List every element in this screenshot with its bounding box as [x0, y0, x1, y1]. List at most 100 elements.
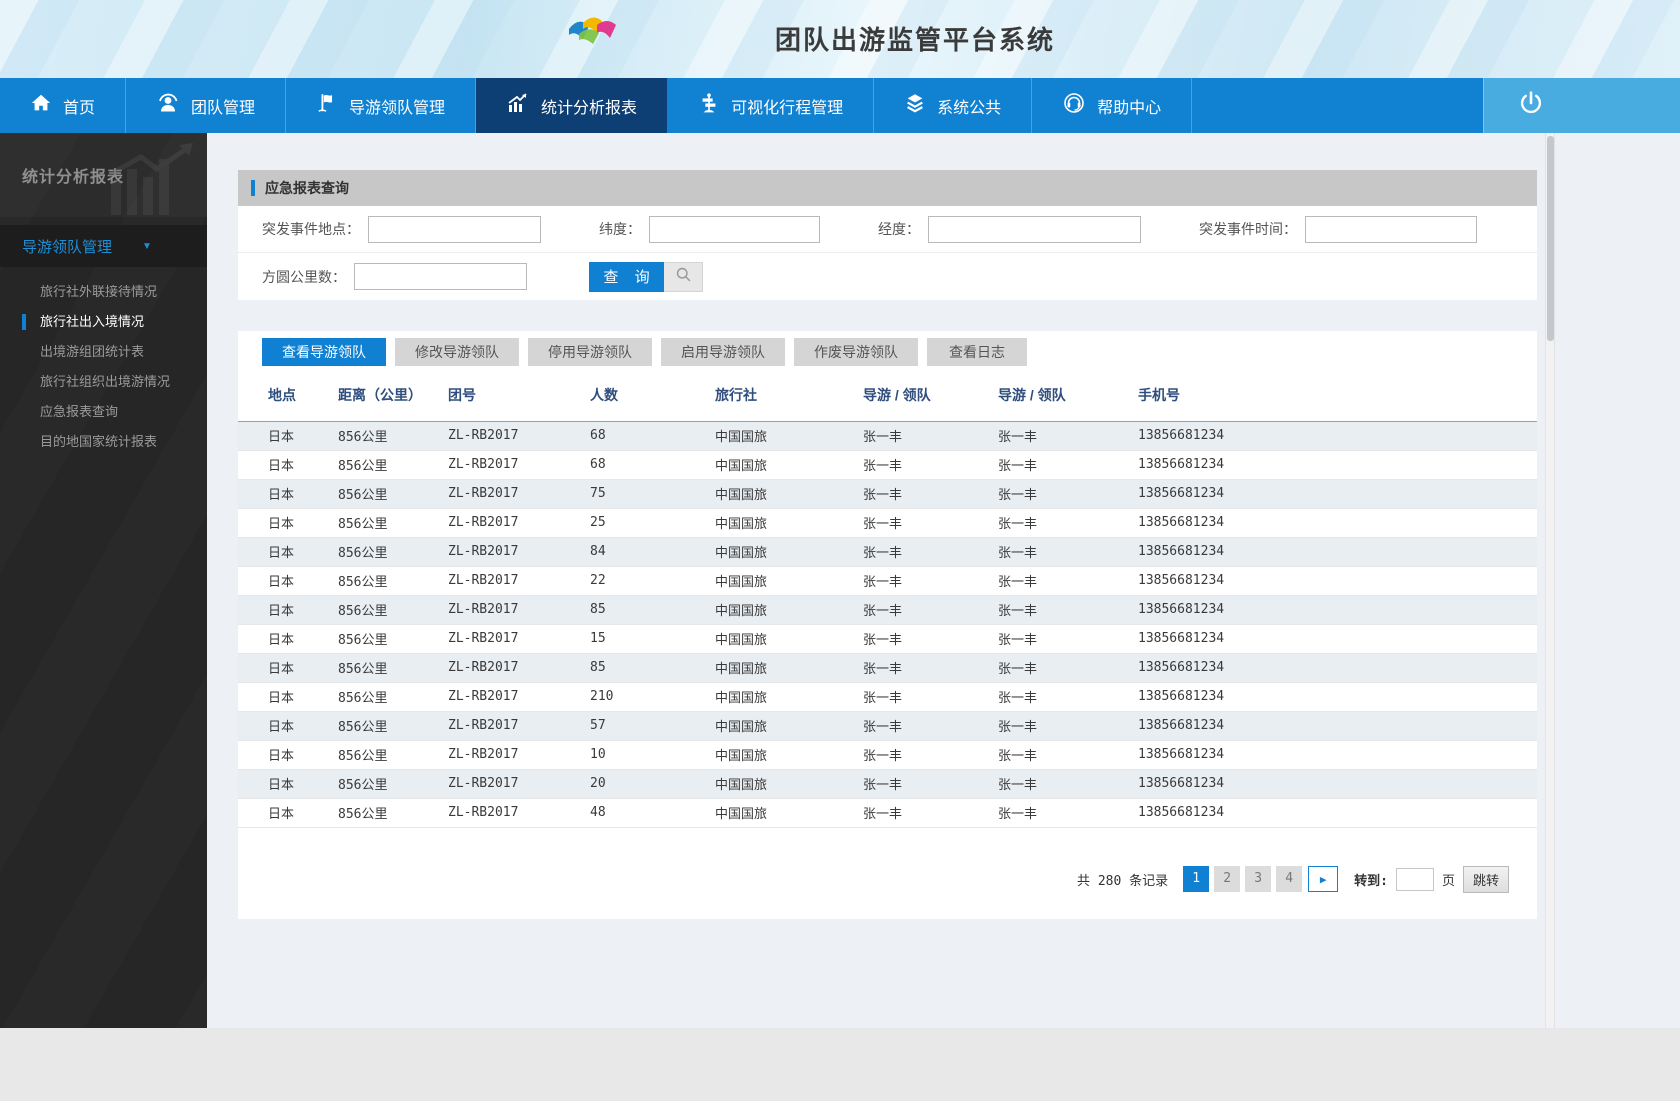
search-icon-button[interactable]: [664, 261, 703, 292]
table-cell: 张一丰: [998, 807, 1038, 822]
incident-location-label: 突发事件地点：: [262, 221, 360, 237]
sidebar-item-entry-exit[interactable]: 旅行社出入境情况: [0, 307, 207, 337]
logout-power-button[interactable]: [1483, 78, 1680, 133]
table-cell: 日本: [268, 517, 295, 532]
table-cell: 日本: [268, 778, 295, 793]
page-buttons: 1234: [1178, 866, 1303, 892]
total-records-text: 共 280 条记录: [1077, 873, 1169, 889]
sidebar-item-outreach[interactable]: 旅行社外联接待情况: [0, 277, 207, 307]
radius-km-input[interactable]: [354, 263, 527, 290]
table-cell: ZL-RB2017: [448, 776, 519, 791]
incident-time-label: 突发事件时间：: [1199, 221, 1297, 237]
sidebar-item-agency-outbound[interactable]: 旅行社组织出境游情况: [0, 367, 207, 397]
sidebar-item-outbound-stats[interactable]: 出境游组团统计表: [0, 337, 207, 367]
nav-item-visual[interactable]: 可视化行程管理: [668, 78, 875, 133]
nav-item-label: 导游领队管理: [349, 99, 446, 117]
table-cell: 张一丰: [998, 575, 1038, 590]
vertical-scrollbar-track[interactable]: [1545, 133, 1555, 1028]
table-cell: 856公里: [338, 662, 388, 677]
team-icon: [156, 91, 180, 120]
results-panel: 查看导游领队 修改导游领队 停用导游领队 启用导游领队 作废导游领队 查看日志 …: [238, 331, 1537, 919]
goto-page-input[interactable]: [1395, 867, 1434, 891]
action-tabs: 查看导游领队 修改导游领队 停用导游领队 启用导游领队 作废导游领队 查看日志: [262, 338, 1537, 366]
table-cell: ZL-RB2017: [448, 486, 519, 501]
tab-void-guides[interactable]: 作废导游领队: [794, 338, 918, 366]
table-cell: 张一丰: [863, 691, 903, 706]
main-area: 应急报表查询 突发事件地点： 纬度： 经度： 突发事件时间： 方圆公里数： 查 …: [207, 133, 1680, 1028]
nav-item-label: 首页: [63, 99, 96, 117]
table-cell: 13856681234: [1138, 689, 1225, 704]
tab-view-guides[interactable]: 查看导游领队: [262, 338, 386, 366]
table-cell: 日本: [268, 720, 295, 735]
table-row: 日本 856公里 ZL-RB2017 68 中国国旅 张一丰 张一丰 13856681234: [238, 450, 1537, 479]
power-icon: [1518, 90, 1544, 121]
incident-location-input[interactable]: [368, 215, 541, 243]
form-row-2: 方圆公里数： 查 询: [238, 253, 1537, 300]
table-row: 日本 856公里 ZL-RB2017 85 中国国旅 张一丰 张一丰 13856681234: [238, 653, 1537, 682]
table-cell: 13856681234: [1138, 602, 1225, 617]
search-button[interactable]: 查 询: [589, 261, 664, 292]
app-logo-icon: [566, 12, 622, 57]
page-button-4[interactable]: 4: [1276, 866, 1303, 892]
table-cell: 13856681234: [1138, 457, 1225, 472]
table-cell: 13856681234: [1138, 573, 1225, 588]
table-header-row: 地点 距离（公里） 团号 人数 旅行社 导游 / 领队 导游 / 领队 手机号: [238, 370, 1537, 421]
goto-page-label: 转到:: [1354, 873, 1388, 889]
table-cell: 13856681234: [1138, 515, 1225, 530]
nav-item-label: 可视化行程管理: [731, 99, 844, 117]
nav-item-stats[interactable]: 统计分析报表: [476, 78, 669, 133]
tab-edit-guides[interactable]: 修改导游领队: [395, 338, 519, 366]
longitude-input[interactable]: [928, 215, 1141, 243]
table-cell: ZL-RB2017: [448, 602, 519, 617]
table-cell: 13856681234: [1138, 718, 1225, 733]
jump-button[interactable]: 跳转: [1462, 865, 1509, 893]
sidebar-menu: 旅行社外联接待情况 旅行社出入境情况 出境游组团统计表 旅行社组织出境游情况 应…: [0, 267, 207, 457]
next-page-button[interactable]: ▶: [1308, 866, 1339, 892]
form-row-1: 突发事件地点： 纬度： 经度： 突发事件时间：: [238, 206, 1537, 253]
table-cell: 张一丰: [998, 749, 1038, 764]
vertical-scrollbar-thumb[interactable]: [1547, 136, 1554, 341]
table-cell: 张一丰: [998, 546, 1038, 561]
query-panel: 应急报表查询 突发事件地点： 纬度： 经度： 突发事件时间： 方圆公里数： 查 …: [238, 170, 1537, 300]
table-cell: 856公里: [338, 807, 388, 822]
table-cell: 856公里: [338, 604, 388, 619]
table-cell: 张一丰: [863, 807, 903, 822]
caret-down-icon: ▼: [142, 240, 152, 252]
incident-time-input[interactable]: [1305, 215, 1477, 243]
main-nav: 首页 团队管理 导游领队管理 统计分析报表 可视化行程管理 系统公共 帮助中心: [0, 78, 1680, 133]
tab-suspend-guides[interactable]: 停用导游领队: [528, 338, 652, 366]
table-row: 日本 856公里 ZL-RB2017 10 中国国旅 张一丰 张一丰 13856681234: [238, 740, 1537, 769]
table-cell: 13856681234: [1138, 486, 1225, 501]
table-cell: 日本: [268, 662, 295, 677]
table-cell: 张一丰: [863, 488, 903, 503]
table-cell: 张一丰: [863, 720, 903, 735]
nav-item-help[interactable]: 帮助中心: [1032, 78, 1193, 133]
table-cell: 中国国旅: [715, 546, 768, 561]
magnifier-icon: [675, 266, 692, 288]
table-cell: 13856681234: [1138, 544, 1225, 559]
table-cell: 10: [590, 747, 606, 762]
latitude-input[interactable]: [649, 215, 820, 243]
page-button-1[interactable]: 1: [1183, 866, 1210, 892]
next-arrow-icon: ▶: [1319, 872, 1327, 886]
table-cell: 中国国旅: [715, 807, 768, 822]
tab-view-logs[interactable]: 查看日志: [927, 338, 1027, 366]
table-row: 日本 856公里 ZL-RB2017 20 中国国旅 张一丰 张一丰 13856681234: [238, 769, 1537, 798]
sidebar-item-destination-stats[interactable]: 目的地国家统计报表: [0, 427, 207, 457]
page-button-3[interactable]: 3: [1245, 866, 1272, 892]
page-button-2[interactable]: 2: [1214, 866, 1241, 892]
table-cell: 日本: [268, 430, 295, 445]
table-cell: 日本: [268, 575, 295, 590]
table-cell: 22: [590, 573, 606, 588]
nav-item-system[interactable]: 系统公共: [874, 78, 1033, 133]
sidebar-section-guide-mgmt[interactable]: 导游领队管理 ▼: [0, 225, 207, 267]
tab-enable-guides[interactable]: 启用导游领队: [661, 338, 785, 366]
nav-item-team[interactable]: 团队管理: [126, 78, 287, 133]
column-header: 旅行社: [715, 387, 757, 404]
sidebar-item-emergency-report[interactable]: 应急报表查询: [0, 397, 207, 427]
table-cell: 中国国旅: [715, 749, 768, 764]
nav-item-home[interactable]: 首页: [0, 78, 127, 133]
table-cell: 中国国旅: [715, 633, 768, 648]
nav-item-guide[interactable]: 导游领队管理: [286, 78, 477, 133]
table-cell: 856公里: [338, 430, 388, 445]
